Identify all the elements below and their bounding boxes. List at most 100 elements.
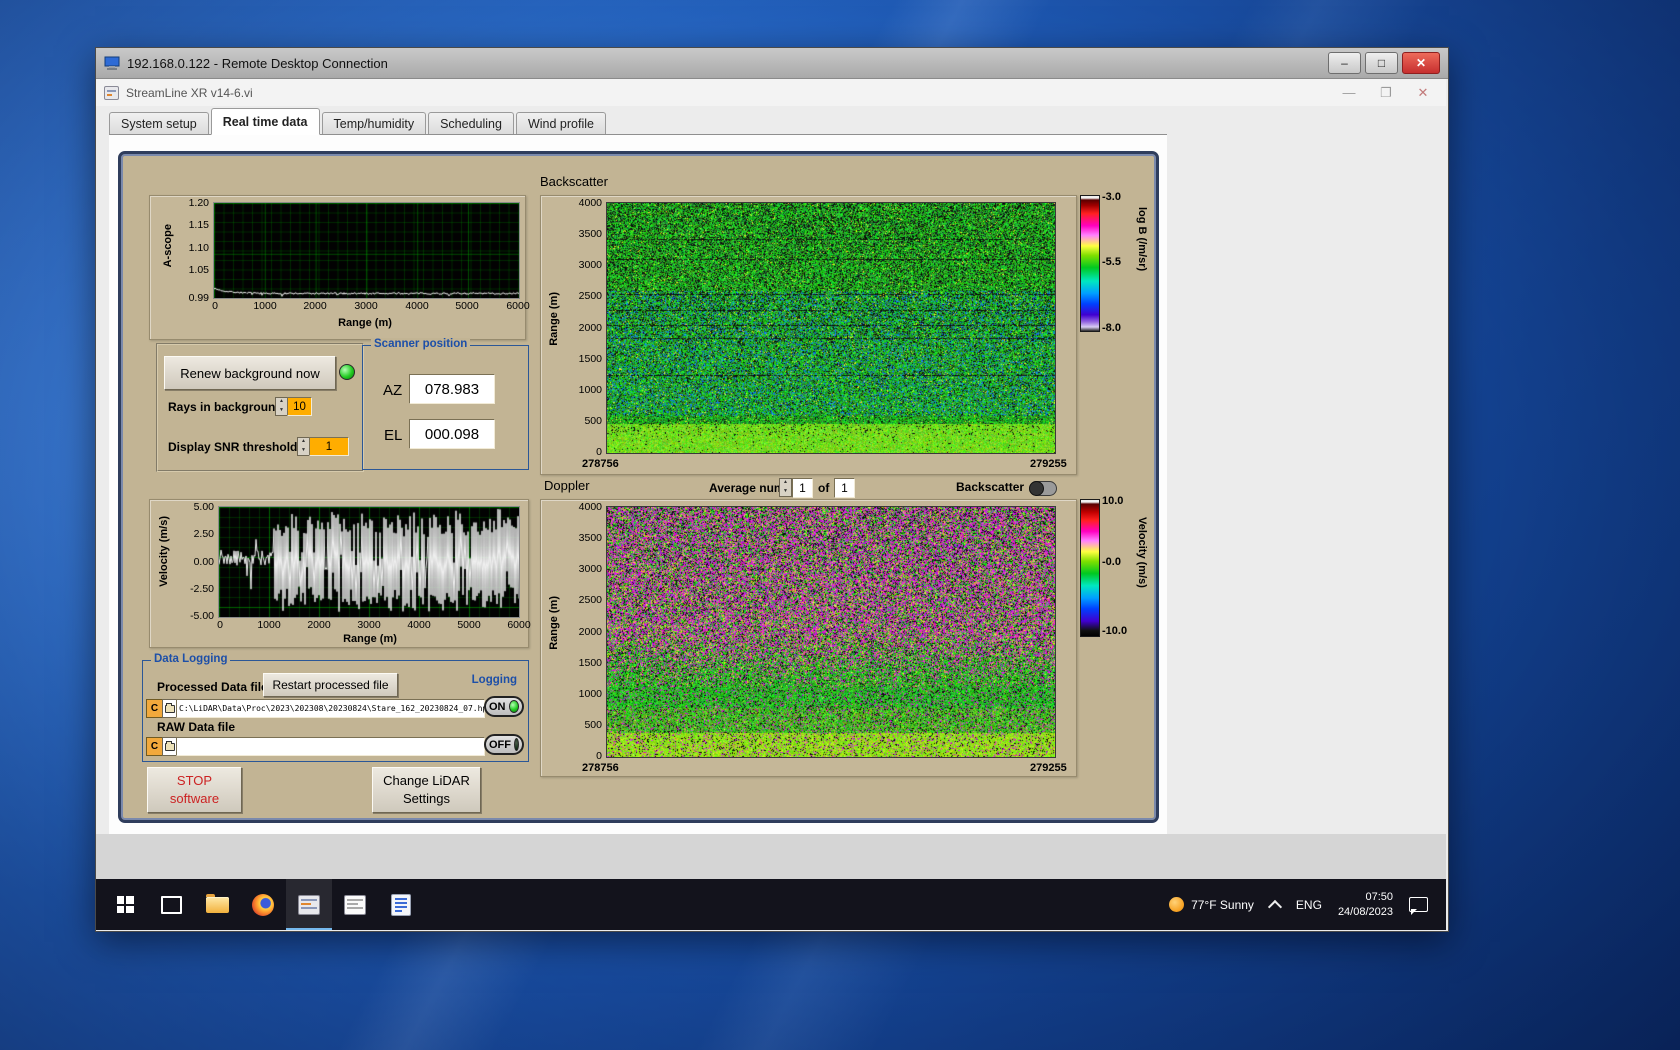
doppler-title: Doppler — [544, 478, 590, 493]
app-minimize-button[interactable]: — — [1334, 85, 1364, 100]
rays-value-field[interactable]: 10 — [287, 397, 312, 416]
a-scope-xlabel: Range (m) — [300, 317, 430, 329]
a-scope-graph: A-scope 1.20 1.15 1.10 1.05 0.99 0 — [149, 195, 526, 340]
task-view-icon — [161, 896, 182, 914]
average-value-field[interactable]: 1 — [792, 478, 813, 498]
realtime-panel: A-scope 1.20 1.15 1.10 1.05 0.99 0 — [118, 151, 1159, 823]
backscatter-colorbar-group: -3.0 -5.5 -8.0 log B (/m/sr) — [1080, 195, 1190, 345]
rdp-close-button[interactable]: ✕ — [1402, 52, 1440, 74]
raw-logging-off-button[interactable]: OFF — [484, 734, 524, 755]
rdp-minimize-button[interactable]: – — [1328, 52, 1361, 74]
backscatter-title: Backscatter — [540, 174, 608, 189]
raw-path-field[interactable] — [176, 737, 485, 756]
backscatter-yticks: 4000 3500 3000 2500 2000 1500 1000 500 0 — [563, 196, 602, 456]
firefox-button[interactable] — [240, 879, 286, 930]
tab-temp-humidity[interactable]: Temp/humidity — [322, 112, 427, 134]
rdp-computer-icon — [104, 56, 120, 71]
file-explorer-button[interactable] — [194, 879, 240, 930]
average-spinner[interactable]: ▲▼ — [779, 478, 792, 497]
processed-drive-button[interactable]: C — [146, 699, 163, 718]
stop-software-button[interactable]: STOPsoftware — [147, 767, 242, 813]
backscatter-graph: Range (m) 4000 3500 3000 2500 2000 1500 … — [540, 195, 1077, 475]
system-tray: 77°F Sunny ENG 07:50 24/08/2023 — [1169, 890, 1442, 920]
taskbar: 77°F Sunny ENG 07:50 24/08/2023 — [96, 879, 1446, 930]
remote-screen: StreamLine XR v14-6.vi — ❐ ✕ System setu… — [96, 79, 1446, 930]
velocity-xlabel: Range (m) — [305, 633, 435, 645]
a-scope-plot-area — [213, 202, 520, 299]
spin-down-icon: ▼ — [276, 407, 287, 416]
velocity-ylabel: Velocity (m/s) — [158, 516, 170, 587]
weather-sunny-icon — [1169, 897, 1184, 912]
tab-strip: System setup Real time data Temp/humidit… — [109, 107, 608, 134]
app-close-button[interactable]: ✕ — [1408, 85, 1438, 101]
labview-vi-icon — [104, 86, 119, 100]
backscatter-colorbar — [1080, 195, 1100, 332]
backscatter-x-end: 279255 — [1030, 458, 1067, 470]
app-restore-button[interactable]: ❐ — [1371, 85, 1401, 101]
task-view-button[interactable] — [148, 879, 194, 930]
tab-real-time-data[interactable]: Real time data — [211, 108, 320, 135]
notification-center-icon[interactable] — [1409, 897, 1428, 912]
velocity-yticks: 5.00 2.50 0.00 -2.50 -5.00 — [172, 500, 214, 620]
notes-app-button[interactable] — [378, 879, 424, 930]
processed-file-label: Processed Data file — [157, 680, 268, 694]
processed-path-field[interactable]: C:\LiDAR\Data\Proc\2023\202308\20230824\… — [176, 699, 485, 718]
clock[interactable]: 07:50 24/08/2023 — [1338, 890, 1393, 920]
processed-browse-button[interactable] — [162, 699, 177, 718]
el-value-field[interactable]: 000.098 — [409, 419, 495, 449]
weather-widget[interactable]: 77°F Sunny — [1169, 897, 1254, 912]
change-lidar-settings-button[interactable]: Change LiDARSettings — [372, 767, 481, 813]
streamline-app-button[interactable] — [286, 879, 332, 930]
spin-down-icon: ▼ — [780, 488, 791, 497]
rdp-restore-button[interactable]: □ — [1365, 52, 1398, 74]
az-value-field[interactable]: 078.983 — [409, 374, 495, 404]
snr-value-field[interactable]: 1 — [309, 437, 349, 456]
time-text: 07:50 — [1338, 890, 1393, 905]
restart-processed-file-button[interactable]: Restart processed file — [263, 673, 398, 697]
tray-chevron-icon[interactable] — [1268, 899, 1282, 913]
doppler-ylabel: Range (m) — [548, 596, 560, 650]
minimize-icon: – — [1341, 57, 1348, 69]
spin-up-icon: ▲ — [276, 398, 287, 407]
processed-logging-on-button[interactable]: ON — [484, 696, 524, 717]
start-button[interactable] — [102, 879, 148, 930]
rdp-titlebar[interactable]: 192.168.0.122 - Remote Desktop Connectio… — [96, 48, 1448, 79]
language-indicator[interactable]: ENG — [1296, 898, 1322, 912]
velocity-graph: Velocity (m/s) 5.00 2.50 0.00 -2.50 -5.0… — [149, 499, 529, 648]
tab-wind-profile[interactable]: Wind profile — [516, 112, 606, 134]
logging-off-led-icon — [514, 738, 519, 751]
az-label: AZ — [383, 382, 402, 399]
desktop: 192.168.0.122 - Remote Desktop Connectio… — [0, 0, 1680, 1050]
folder-icon — [165, 705, 175, 713]
of-count-field[interactable]: 1 — [834, 478, 855, 498]
tab-system-setup[interactable]: System setup — [109, 112, 209, 134]
tab-scheduling[interactable]: Scheduling — [428, 112, 514, 134]
doppler-plot-area — [606, 506, 1056, 758]
spin-up-icon: ▲ — [780, 479, 791, 488]
spin-up-icon: ▲ — [298, 438, 309, 447]
snr-label: Display SNR threshold — [168, 440, 297, 454]
doppler-colorbar — [1080, 499, 1100, 637]
close-icon: ✕ — [1416, 57, 1426, 69]
raw-file-label: RAW Data file — [157, 720, 235, 734]
rays-label: Rays in background — [168, 400, 283, 414]
data-logging-title: Data Logging — [151, 653, 230, 665]
app-titlebar[interactable]: StreamLine XR v14-6.vi — ❐ ✕ — [96, 79, 1446, 106]
raw-drive-button[interactable]: C — [146, 737, 163, 756]
remote-desktop-strip — [96, 834, 1446, 879]
velocity-plot-area — [218, 506, 520, 618]
doppler-colorbar-label: Velocity (m/s) — [1136, 517, 1148, 588]
renew-background-button[interactable]: Renew background now — [164, 356, 336, 390]
restore-icon: □ — [1378, 57, 1385, 69]
vi-content: A-scope 1.20 1.15 1.10 1.05 0.99 0 — [109, 134, 1167, 835]
spin-down-icon: ▼ — [298, 447, 309, 456]
toggle-knob-icon — [1029, 481, 1044, 496]
logging-on-led-icon — [509, 700, 520, 713]
scanner-position-frame: Scanner position AZ 078.983 EL 000.098 — [362, 345, 529, 470]
scan-scheduler-button[interactable] — [332, 879, 378, 930]
raw-browse-button[interactable] — [162, 737, 177, 756]
backscatter-x-start: 278756 — [582, 458, 619, 470]
backscatter-toggle[interactable] — [1029, 481, 1057, 496]
weather-text: 77°F Sunny — [1191, 898, 1254, 912]
backscatter-plot-area — [606, 202, 1056, 454]
